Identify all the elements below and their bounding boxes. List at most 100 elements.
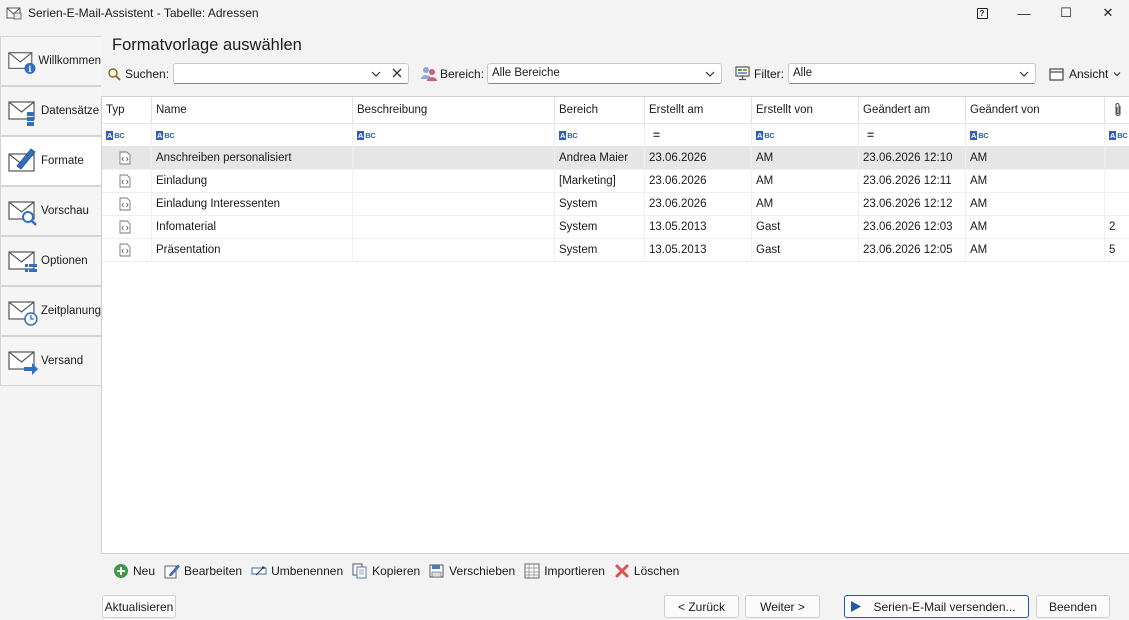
paperclip-icon — [1115, 102, 1121, 117]
cell-erstellt-am: 23.06.2026 — [645, 147, 752, 169]
table-row[interactable]: Einladung [Marketing] 23.06.2026 AM 23.0… — [102, 170, 1129, 193]
table-row[interactable]: Einladung Interessenten System 23.06.202… — [102, 193, 1129, 216]
nav-item-willkommen[interactable]: i Willkommen — [0, 36, 101, 86]
table-row[interactable]: Präsentation System 13.05.2013 Gast 23.0… — [102, 239, 1129, 262]
cell-typ — [102, 147, 152, 169]
nav-item-zeitplanung[interactable]: Zeitplanung — [0, 286, 101, 336]
umbenennen-label: Umbenennen — [271, 564, 344, 578]
filter-cell-anhaenge[interactable]: A BC — [1105, 124, 1129, 146]
cell-beschreibung — [353, 170, 555, 192]
importieren-label: Importieren — [544, 564, 605, 578]
loeschen-button[interactable]: Löschen — [614, 563, 679, 579]
serien-email-versenden-button[interactable]: Serien-E-Mail versenden... — [844, 595, 1029, 618]
column-header-typ[interactable]: Typ — [102, 97, 152, 123]
nav-item-datensaetze[interactable]: Datensätze — [0, 86, 101, 136]
bearbeiten-button[interactable]: Bearbeiten — [164, 563, 242, 579]
nav-label: Datensätze — [41, 105, 100, 117]
filter-cell-beschreibung[interactable]: A BC — [353, 124, 555, 146]
nav-item-formate[interactable]: Formate — [0, 136, 101, 186]
cell-erstellt-am: 23.06.2026 — [645, 193, 752, 215]
mail-clock-icon — [8, 301, 38, 326]
importieren-button[interactable]: Importieren — [524, 563, 605, 579]
nav-label: Zeitplanung — [40, 305, 101, 317]
cell-erstellt-von: AM — [752, 193, 859, 215]
aktualisieren-button[interactable]: Aktualisieren — [102, 595, 176, 618]
maximize-button[interactable]: ☐ — [1045, 0, 1087, 26]
minimize-button[interactable]: — — [1003, 0, 1045, 26]
cell-typ — [102, 239, 152, 261]
mail-records-icon — [8, 101, 35, 126]
weiter-button[interactable]: Weiter > — [745, 595, 820, 618]
kopieren-button[interactable]: Kopieren — [352, 563, 420, 579]
bereich-select-value: Alle Bereiche — [492, 67, 560, 79]
help-button[interactable]: ? — [961, 0, 1003, 26]
filter-toolbar: Suchen: Bereich: Alle Bereiche Filter: A… — [101, 62, 1129, 86]
cell-name: Einladung — [152, 170, 353, 192]
beenden-button[interactable]: Beenden — [1036, 595, 1110, 618]
zurueck-button[interactable]: < Zurück — [664, 595, 739, 618]
filter-cell-geaendert-von[interactable]: A BC — [966, 124, 1105, 146]
column-header-name[interactable]: Name — [152, 97, 353, 123]
maximize-icon: ☐ — [1060, 5, 1072, 20]
nav-item-optionen[interactable]: Optionen — [0, 236, 101, 286]
text-filter-icon: A BC — [106, 130, 125, 140]
verschieben-button[interactable]: Verschieben — [429, 563, 515, 579]
column-header-erstellt-am[interactable]: Erstellt am — [645, 97, 752, 123]
bereich-select[interactable]: Alle Bereiche — [487, 63, 722, 84]
nav-item-versand[interactable]: Versand — [0, 336, 101, 386]
neu-label: Neu — [133, 564, 156, 578]
app-mail-icon — [6, 7, 22, 20]
cell-anhaenge: 5 — [1109, 244, 1116, 256]
cell-geaendert-von: AM — [966, 239, 1105, 261]
chevron-down-icon — [705, 71, 715, 77]
rename-icon — [251, 566, 267, 576]
filter-select[interactable]: Alle — [788, 63, 1036, 84]
ansicht-button[interactable]: Ansicht — [1049, 63, 1125, 85]
table-row[interactable]: Infomaterial System 13.05.2013 Gast 23.0… — [102, 216, 1129, 239]
filter-cell-name[interactable]: A BC — [152, 124, 353, 146]
column-header-erstellt-von[interactable]: Erstellt von — [752, 97, 859, 123]
cell-geaendert-von: AM — [966, 170, 1105, 192]
column-header-beschreibung[interactable]: Beschreibung — [353, 97, 555, 123]
search-input[interactable] — [173, 63, 409, 84]
filter-cell-geaendert-am[interactable]: = — [859, 124, 966, 146]
nav-item-vorschau[interactable]: Vorschau — [0, 186, 101, 236]
cell-bereich: System — [555, 216, 645, 238]
nav-label: Versand — [41, 355, 84, 367]
filter-cell-erstellt-am[interactable]: = — [645, 124, 752, 146]
chevron-down-icon[interactable] — [370, 67, 382, 81]
html-file-icon — [119, 220, 131, 234]
move-icon — [429, 564, 444, 578]
html-file-icon — [119, 243, 131, 257]
grid-filter-row: A BC A BC A BC A BC = A BC = A BC A BC — [102, 124, 1129, 147]
column-header-geaendert-von[interactable]: Geändert von — [966, 97, 1105, 123]
cell-bereich: [Marketing] — [555, 170, 645, 192]
cell-name: Anschreiben personalisiert — [152, 147, 353, 169]
column-header-geaendert-am[interactable]: Geändert am — [859, 97, 966, 123]
bearbeiten-label: Bearbeiten — [184, 564, 243, 578]
column-header-anhaenge[interactable] — [1105, 97, 1129, 123]
text-filter-icon: A BC — [156, 130, 175, 140]
filter-cell-bereich[interactable]: A BC — [555, 124, 645, 146]
cell-name: Präsentation — [152, 239, 353, 261]
cell-typ — [102, 216, 152, 238]
filter-cell-erstellt-von[interactable]: A BC — [752, 124, 859, 146]
table-row[interactable]: Anschreiben personalisiert Andrea Maier … — [102, 147, 1129, 170]
window-title: Serien-E-Mail-Assistent - Tabelle: Adres… — [28, 6, 259, 20]
neu-button[interactable]: Neu — [113, 563, 155, 579]
svg-text:i: i — [28, 64, 31, 74]
cell-typ — [102, 193, 152, 215]
cell-bereich: System — [555, 239, 645, 261]
mail-info-icon: i — [8, 52, 36, 74]
nav-label: Optionen — [41, 255, 88, 267]
umbenennen-button[interactable]: Umbenennen — [251, 563, 343, 579]
versenden-label: Serien-E-Mail versenden... — [873, 599, 1016, 614]
close-button[interactable]: ✕ — [1087, 0, 1129, 26]
verschieben-label: Verschieben — [449, 564, 516, 578]
filter-cell-typ[interactable]: A BC — [102, 124, 152, 146]
edit-icon — [164, 564, 180, 579]
import-table-icon — [524, 563, 540, 579]
text-filter-icon: A BC — [970, 130, 989, 140]
clear-search-icon[interactable] — [390, 66, 404, 80]
column-header-bereich[interactable]: Bereich — [555, 97, 645, 123]
